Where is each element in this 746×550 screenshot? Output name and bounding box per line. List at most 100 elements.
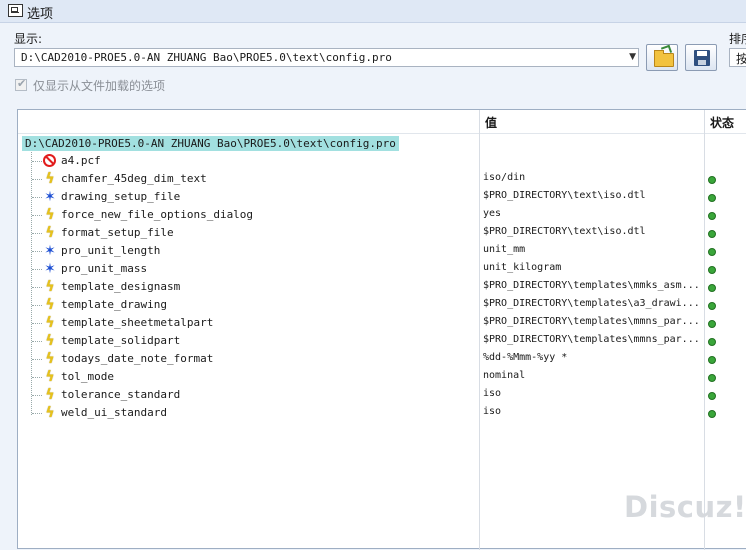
status-ok-icon [708,194,716,202]
table-row[interactable]: ϟ tol_mode nominal [18,368,746,386]
table-row[interactable]: ✶ pro_unit_mass unit_kilogram [18,260,746,278]
lightning-icon: ϟ [45,171,55,187]
option-value: $PRO_DIRECTORY\text\iso.dtl [483,190,646,201]
chevron-down-icon[interactable]: ▼ [629,52,636,62]
option-name: drawing_setup_file [61,190,181,203]
tree-connector [32,269,42,270]
lightning-icon: ϟ [45,225,55,241]
sort-value: 按 [736,52,746,66]
show-label: 显示: [14,32,43,46]
show-file-path: D:\CAD2010-PROE5.0-AN ZHUANG Bao\PROE5.0… [21,51,392,64]
sort-label: 排序 [729,32,746,46]
lightning-icon: ϟ [45,297,55,313]
tree-connector [32,233,42,234]
status-ok-icon [708,230,716,238]
option-value: iso/din [483,172,526,183]
option-name: weld_ui_standard [61,406,167,419]
lightning-icon: ϟ [45,387,55,403]
table-row[interactable]: ϟ force_new_file_options_dialog yes [18,206,746,224]
table-row[interactable]: ✶ drawing_setup_file $PRO_DIRECTORY\text\i… [18,188,746,206]
option-name: todays_date_note_format [61,352,214,365]
tree-connector [32,161,42,162]
option-value: nominal [483,370,526,381]
status-ok-icon [708,248,716,256]
open-folder-icon [654,50,674,67]
save-config-button[interactable] [685,44,717,71]
tree-root-config-file[interactable]: D:\CAD2010-PROE5.0-AN ZHUANG Bao\PROE5.0… [22,136,399,151]
status-ok-icon [708,176,716,184]
option-name: tolerance_standard [61,388,181,401]
option-value: $PRO_DIRECTORY\templates\mmks_asm... [483,280,700,291]
table-row[interactable]: ϟ template_solidpart $PRO_DIRECTORY\templa… [18,332,746,350]
tree-connector [32,215,42,216]
tree-connector [32,413,42,414]
status-ok-icon [708,338,716,346]
blue-star-icon: ✶ [44,243,56,259]
sort-combobox[interactable]: 按 [729,48,746,67]
option-name: template_solidpart [61,334,181,347]
status-ok-icon [708,266,716,274]
table-row[interactable]: ϟ template_designasm $PRO_DIRECTORY\templa… [18,278,746,296]
option-name: tol_mode [61,370,114,383]
lightning-icon: ϟ [45,315,55,331]
lightning-icon: ϟ [45,405,55,421]
table-row[interactable]: ✶ pro_unit_length unit_mm [18,242,746,260]
table-row[interactable]: ϟ template_drawing $PRO_DIRECTORY\template… [18,296,746,314]
option-value: %dd-%Mmm-%yy * [483,352,568,363]
show-file-combobox[interactable]: D:\CAD2010-PROE5.0-AN ZHUANG Bao\PROE5.0… [14,48,639,67]
tree-connector [32,341,42,342]
option-name: format_setup_file [61,226,174,239]
status-ok-icon [708,410,716,418]
blue-star-icon: ✶ [44,261,56,277]
loaded-only-checkbox[interactable]: ✔ [15,77,27,91]
lightning-icon: ϟ [45,351,55,367]
value-column-header[interactable]: 值 [485,114,497,131]
tree-connector [32,179,42,180]
watermark: Discuz! [624,490,746,524]
status-ok-icon [708,374,716,382]
blue-star-icon: ✶ [44,189,56,205]
option-value: unit_kilogram [483,262,562,273]
open-config-button[interactable] [646,44,678,71]
table-row[interactable]: a4.pcf [18,152,746,170]
loaded-only-label: 仅显示从文件加载的选项 [33,79,166,93]
option-name: chamfer_45deg_dim_text [61,172,207,185]
option-value: iso [483,406,502,417]
window-title: 选项 [27,7,54,22]
window-icon [8,4,23,17]
table-row[interactable]: ϟ weld_ui_standard iso [18,404,746,422]
tree-connector [32,197,42,198]
table-row[interactable]: ϟ format_setup_file $PRO_DIRECTORY\text\is… [18,224,746,242]
options-tree[interactable]: 值 状态 D:\CAD2010-PROE5.0-AN ZHUANG Bao\PR… [17,109,746,550]
table-row[interactable]: ϟ tolerance_standard iso [18,386,746,404]
tree-connector [32,305,42,306]
lightning-icon: ϟ [45,279,55,295]
status-column-header[interactable]: 状态 [710,114,734,131]
option-value: unit_mm [483,244,526,255]
status-ok-icon [708,212,716,220]
option-name: pro_unit_length [61,244,161,257]
status-ok-icon [708,284,716,292]
tree-connector [32,359,42,360]
tree-connector [32,377,42,378]
option-value: yes [483,208,502,219]
table-row[interactable]: ϟ template_sheetmetalpart $PRO_DIRECTORY\t… [18,314,746,332]
tree-connector [32,323,42,324]
lightning-icon: ϟ [45,207,55,223]
title-bar: 选项 [0,0,746,23]
lightning-icon: ϟ [45,333,55,349]
table-row[interactable]: ϟ chamfer_45deg_dim_text iso/din [18,170,746,188]
option-value: $PRO_DIRECTORY\text\iso.dtl [483,226,646,237]
tree-connector [32,287,42,288]
option-name: force_new_file_options_dialog [61,208,254,221]
stop-icon [43,154,56,167]
save-disk-icon [694,50,710,66]
option-name: template_designasm [61,280,181,293]
lightning-icon: ϟ [45,369,55,385]
option-value: $PRO_DIRECTORY\templates\mmns_par... [483,316,700,327]
option-name: template_drawing [61,298,167,311]
option-name: pro_unit_mass [61,262,148,275]
status-ok-icon [708,302,716,310]
status-ok-icon [708,392,716,400]
table-row[interactable]: ϟ todays_date_note_format %dd-%Mmm-%yy * [18,350,746,368]
